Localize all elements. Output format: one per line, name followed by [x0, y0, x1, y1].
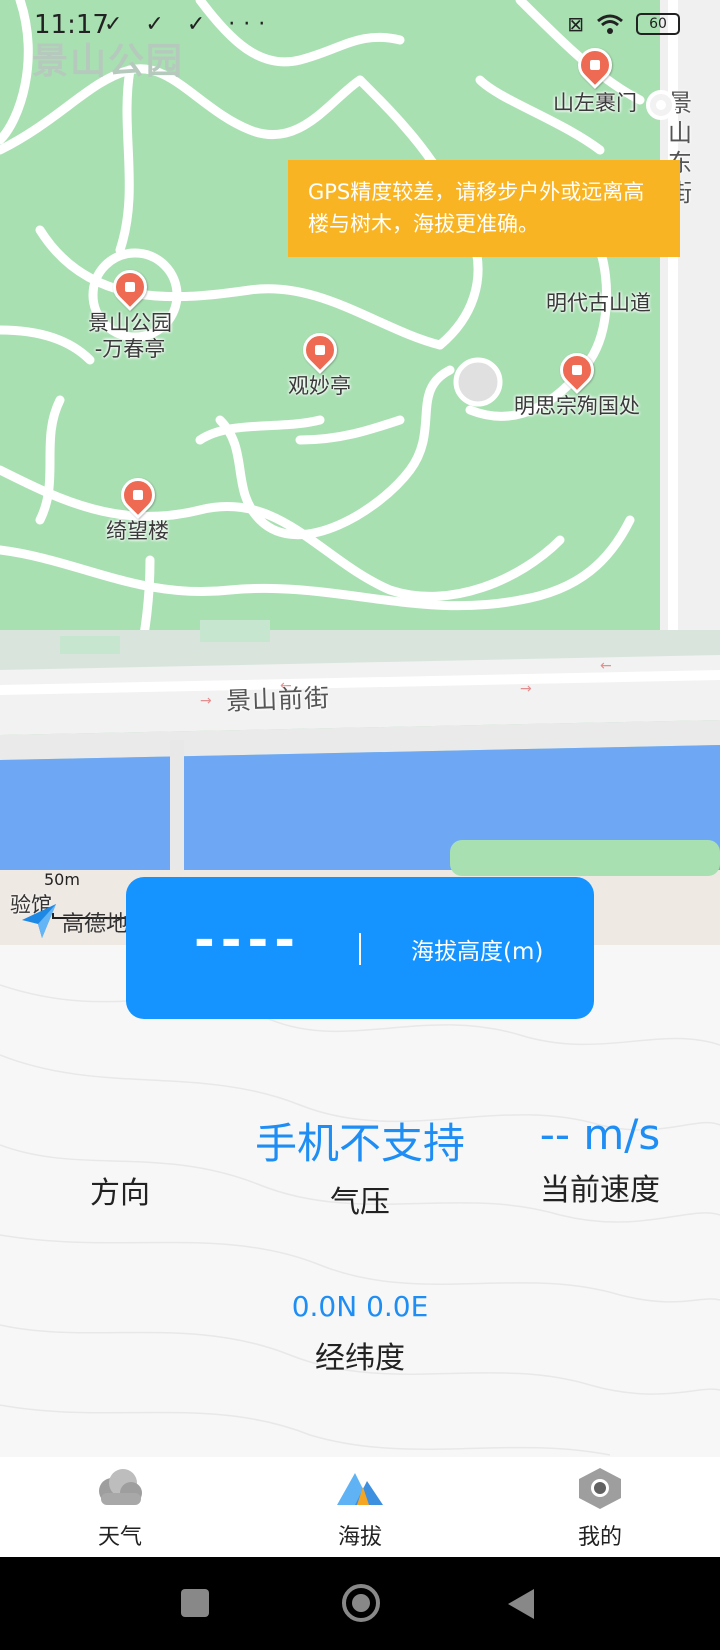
map-provider-logo: 高德地 — [62, 912, 129, 937]
altitude-card: ---- 海拔高度(m) — [126, 877, 594, 1019]
speed-label: 当前速度 — [540, 1173, 660, 1208]
mountain-icon — [337, 1473, 383, 1505]
status-time: 11:17 — [34, 10, 109, 40]
poi-marker[interactable]: 景山公园 -万春亭 — [88, 262, 172, 362]
svg-text:→: → — [520, 681, 532, 697]
landmark-pin-icon — [113, 470, 162, 520]
system-nav-bar — [0, 1557, 720, 1650]
status-bar: 11:17 ✓ ✓ ✓ ··· ⊠ 60 — [0, 0, 720, 50]
poi-label: 明思宗殉国处 — [514, 394, 640, 418]
poi-label: 明代古山道 — [546, 291, 651, 315]
direction-label: 方向 — [90, 1176, 150, 1211]
altitude-label: 海拔高度(m) — [411, 939, 544, 965]
svg-text:←: ← — [600, 658, 612, 674]
map-background: → ← → ← — [0, 0, 720, 945]
coords-stat: 0.0N 0.0E 经纬度 — [240, 1290, 480, 1377]
cloud-icon — [99, 1469, 142, 1505]
coords-label: 经纬度 — [315, 1341, 405, 1376]
locate-arrow-icon[interactable] — [18, 900, 60, 942]
poi-label: 景山公园 -万春亭 — [88, 311, 172, 361]
nav-tab-weather[interactable]: 天气 — [60, 1467, 180, 1551]
coords-value: 0.0N 0.0E — [291, 1290, 429, 1323]
gps-warning-banner: GPS精度较差，请移步户外或远离高楼与树木，海拔更准确。 — [288, 160, 680, 257]
pressure-label: 气压 — [330, 1185, 390, 1220]
settings-gear-icon[interactable] — [640, 88, 682, 122]
poi-marker[interactable]: 山左裹门 — [553, 40, 637, 116]
wifi-icon — [597, 14, 623, 34]
poi-marker[interactable]: 明代古山道 — [546, 250, 651, 316]
sim-off-icon: ⊠ — [567, 12, 584, 36]
poi-label: 山左裹门 — [553, 91, 637, 115]
speed-value: -- m/s — [539, 1110, 661, 1159]
map-view[interactable]: → ← → ← 景山公园 山左裹门 景山公园 -万春亭 观妙亭 明代古山道 明思… — [0, 0, 720, 945]
speed-stat: -- m/s 当前速度 — [510, 1110, 690, 1209]
poi-marker[interactable]: 绮望楼 — [106, 470, 169, 544]
poi-marker[interactable]: 观妙亭 — [288, 325, 351, 399]
nav-tab-altitude[interactable]: 海拔 — [300, 1467, 420, 1551]
notification-icons: ✓ ✓ ✓ ··· — [104, 12, 274, 37]
bottom-nav: 天气 海拔 我的 — [0, 1457, 720, 1557]
direction-value — [40, 1110, 200, 1162]
nav-label: 我的 — [577, 1525, 622, 1550]
battery-indicator: 60 — [636, 13, 680, 35]
back-button[interactable] — [506, 1587, 536, 1621]
poi-marker[interactable]: 明思宗殉国处 — [514, 345, 640, 419]
altitude-divider — [359, 933, 361, 965]
home-button-dot — [352, 1594, 370, 1612]
home-button[interactable] — [342, 1584, 380, 1622]
altitude-value: ---- — [194, 911, 302, 969]
poi-label: 绮望楼 — [106, 519, 169, 543]
landmark-pin-icon — [552, 345, 602, 395]
street-label-main: 景山前街 — [225, 683, 331, 716]
status-right-icons: ⊠ 60 — [567, 12, 680, 36]
poi-label: 观妙亭 — [288, 374, 351, 398]
recent-apps-button[interactable] — [181, 1589, 209, 1617]
svg-text:→: → — [200, 693, 212, 709]
landmark-pin-icon — [295, 325, 344, 375]
nav-label: 海拔 — [337, 1525, 382, 1550]
direction-stat: 方向 — [40, 1110, 200, 1212]
nav-label: 天气 — [97, 1525, 142, 1550]
landmark-pin-icon — [105, 262, 155, 312]
pressure-value: 手机不支持 — [254, 1119, 465, 1168]
nav-tab-mine[interactable]: 我的 — [540, 1467, 660, 1551]
hexagon-profile-icon — [579, 1468, 621, 1509]
pressure-stat: 手机不支持 气压 — [240, 1110, 480, 1221]
